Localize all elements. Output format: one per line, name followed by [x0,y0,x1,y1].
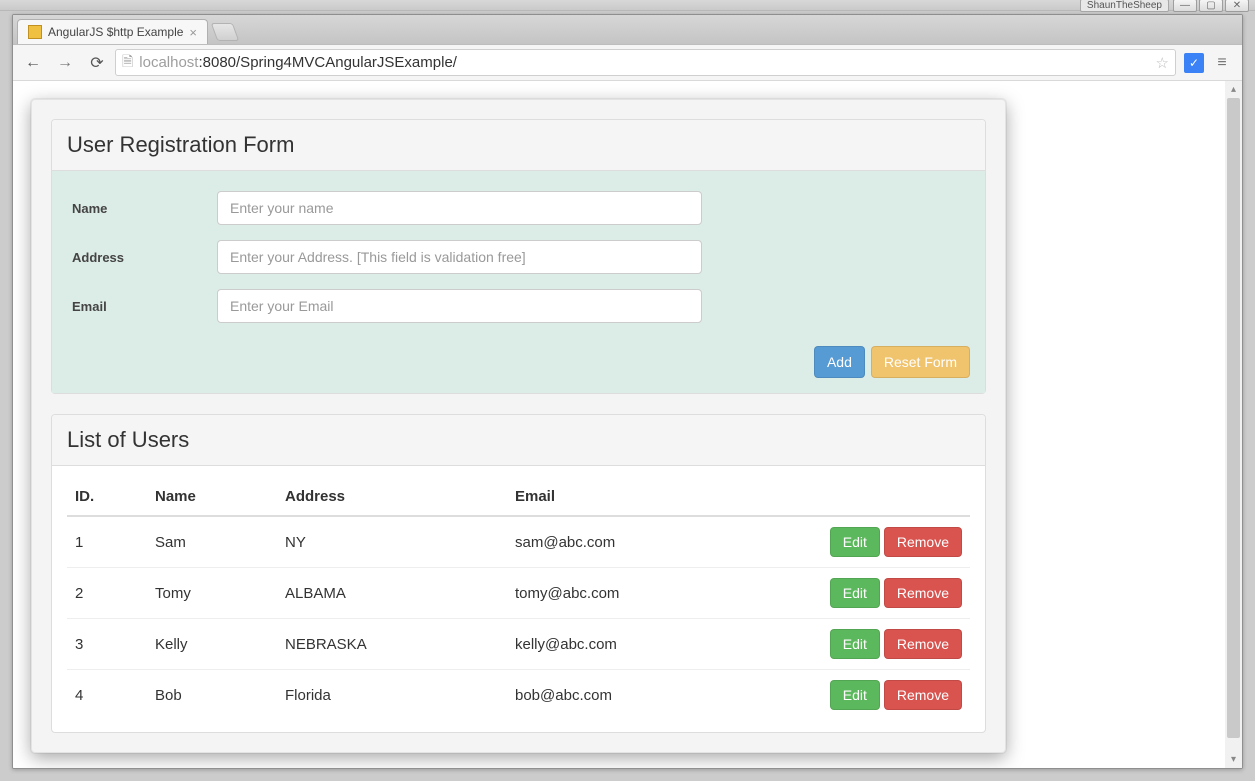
browser-window: AngularJS $http Example × ← → ⟳ 🗎 localh… [12,14,1243,769]
window-close-button[interactable]: ✕ [1225,0,1249,12]
remove-button[interactable]: Remove [884,578,962,608]
tab-close-button[interactable]: × [189,25,197,40]
cell-address: NY [277,516,507,568]
cell-name: Kelly [147,619,277,670]
remove-button[interactable]: Remove [884,680,962,710]
cell-address: ALBAMA [277,568,507,619]
email-input[interactable] [217,289,702,323]
email-label: Email [67,299,217,314]
registration-panel: User Registration Form Name Address Emai… [51,119,986,394]
url-host: localhost [139,54,198,71]
registration-panel-title: User Registration Form [52,120,985,171]
registration-form: Name Address Email Add [52,171,985,393]
window-minimize-button[interactable]: — [1173,0,1197,12]
edit-button[interactable]: Edit [830,680,880,710]
table-row: 1SamNYsam@abc.com EditRemove [67,516,970,568]
favicon-icon [28,25,42,39]
edit-button[interactable]: Edit [830,527,880,557]
tab-title: AngularJS $http Example [48,25,183,39]
cell-address: NEBRASKA [277,619,507,670]
scroll-down-icon[interactable]: ▾ [1225,751,1242,768]
page-icon: 🗎 [122,51,133,75]
cell-address: Florida [277,670,507,721]
cell-name: Bob [147,670,277,721]
name-input[interactable] [217,191,702,225]
remove-button[interactable]: Remove [884,527,962,557]
browser-tab[interactable]: AngularJS $http Example × [17,19,208,44]
browser-toolbar: ← → ⟳ 🗎 localhost:8080/Spring4MVCAngular… [13,45,1242,81]
add-button[interactable]: Add [814,346,865,378]
cell-email: tomy@abc.com [507,568,800,619]
tab-strip: AngularJS $http Example × [13,15,1242,45]
table-row: 3KellyNEBRASKAkelly@abc.com EditRemove [67,619,970,670]
cell-email: kelly@abc.com [507,619,800,670]
extension-icon[interactable]: ✓ [1184,53,1204,73]
reset-form-button[interactable]: Reset Form [871,346,970,378]
cell-email: bob@abc.com [507,670,800,721]
url-port: :8080 [198,54,236,71]
reload-button[interactable]: ⟳ [83,49,111,77]
col-header-name: Name [147,478,277,516]
address-input[interactable] [217,240,702,274]
url-path: /Spring4MVCAngularJSExample/ [236,54,457,71]
cell-name: Tomy [147,568,277,619]
page-viewport: ▴ ▾ User Registration Form Name Address [13,81,1242,768]
main-container: User Registration Form Name Address Emai… [31,99,1006,753]
cell-id: 4 [67,670,147,721]
browser-menu-button[interactable]: ≡ [1208,49,1236,77]
cell-name: Sam [147,516,277,568]
forward-button[interactable]: → [51,49,79,77]
window-maximize-button[interactable]: ▢ [1199,0,1223,12]
cell-email: sam@abc.com [507,516,800,568]
users-panel: List of Users ID. Name Address Email [51,414,986,733]
users-table: ID. Name Address Email 1SamNYsam@abc.com… [67,478,970,720]
col-header-email: Email [507,478,800,516]
cell-id: 2 [67,568,147,619]
name-label: Name [67,201,217,216]
remove-button[interactable]: Remove [884,629,962,659]
bookmark-star-icon[interactable]: ☆ [1156,54,1169,72]
scrollbar-thumb[interactable] [1227,98,1240,738]
scroll-up-icon[interactable]: ▴ [1225,81,1242,98]
table-row: 4BobFloridabob@abc.com EditRemove [67,670,970,721]
col-header-id: ID. [67,478,147,516]
vertical-scrollbar[interactable]: ▴ ▾ [1225,81,1242,768]
users-panel-title: List of Users [52,415,985,466]
os-titlebar: ShaunTheSheep — ▢ ✕ [0,0,1255,11]
back-button[interactable]: ← [19,49,47,77]
address-bar[interactable]: 🗎 localhost:8080/Spring4MVCAngularJSExam… [115,49,1176,76]
address-label: Address [67,250,217,265]
col-header-actions [800,478,970,516]
cell-id: 1 [67,516,147,568]
new-tab-button[interactable] [211,23,240,41]
os-app-badge: ShaunTheSheep [1080,0,1169,12]
col-header-address: Address [277,478,507,516]
table-row: 2TomyALBAMAtomy@abc.com EditRemove [67,568,970,619]
edit-button[interactable]: Edit [830,578,880,608]
cell-id: 3 [67,619,147,670]
edit-button[interactable]: Edit [830,629,880,659]
